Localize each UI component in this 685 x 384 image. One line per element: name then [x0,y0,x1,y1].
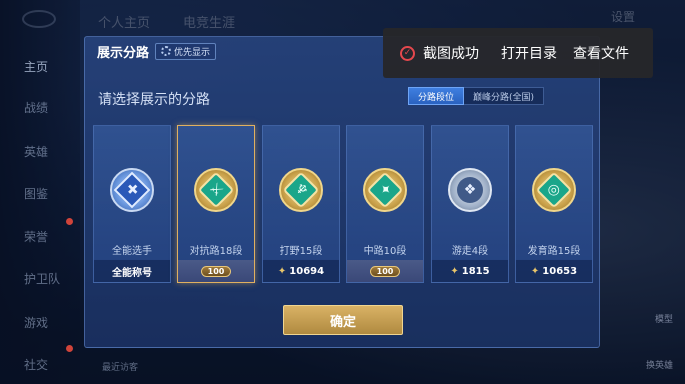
sidebar-item[interactable]: 荣誉 [0,228,80,245]
lane-title: 全能称号 [112,267,152,279]
priority-display-label: 优先显示 [174,47,211,58]
lane-card[interactable]: ✚ 全能选手全能称号 [93,125,171,283]
farm-lane-icon: ◎ [532,168,576,212]
jungle-icon: ♆ [279,168,323,212]
toast-message: 截图成功 [423,46,479,62]
confirm-button[interactable]: 确定 [283,305,403,335]
lane-name: 中路10段 [363,246,407,257]
lane-name: 对抗路18段 [189,246,243,257]
open-directory-link[interactable]: 打开目录 [501,43,557,63]
rank-badge: 100 [200,265,232,277]
notification-dot [66,218,73,225]
lane-card[interactable]: ◎ 发育路15段 ✦ 10653 [515,125,593,283]
lane-card[interactable]: ❖ 游走4段 ✦ 1815 [431,125,509,283]
all-round-icon: ✚ [110,168,154,212]
mid-lane-icon: ✦ [363,168,407,212]
lane-name: 打野15段 [279,246,323,257]
lane-stat: 100 [347,260,423,282]
lane-stat: 全能称号 [94,260,170,282]
lane-card[interactable]: ⚔ 对抗路18段 100 [177,125,255,283]
lane-card[interactable]: ♆ 打野15段 ✦ 10694 [262,125,340,283]
model-button[interactable]: 模型 [655,312,673,325]
switch-hero-button[interactable]: 换英雄 [646,358,673,371]
sidebar-item[interactable]: 主页 [0,58,80,75]
lane-name: 全能选手 [112,246,152,257]
lane-score: 1815 [461,265,490,277]
rank-badge: 100 [369,265,401,277]
gear-icon [161,46,172,56]
tab-lane-rank[interactable]: 分路段位 [407,87,464,105]
screenshot-toast: ✓ 截图成功 打开目录 查看文件 [383,28,653,78]
lane-card[interactable]: ✦ 中路10段 100 [346,125,424,283]
notification-dot [66,345,73,352]
lane-stat: ✦ 1815 [432,260,508,282]
priority-display-button[interactable]: 优先显示 [155,42,217,60]
lane-stat: ✦ 10694 [263,260,339,282]
check-circle-icon: ✓ [400,45,415,61]
lane-name: 发育路15段 [527,246,581,257]
sidebar-item[interactable]: 游戏 [0,314,80,331]
sidebar-item[interactable]: 英雄 [0,143,80,160]
sidebar-item[interactable]: 图鉴 [0,185,80,202]
recent-visitors[interactable]: 最近访客 [102,360,138,373]
lane-score: 10694 [289,265,325,277]
lane-score: 10653 [542,265,578,277]
roam-icon: ❖ [448,168,492,212]
lane-name: 游走4段 [451,246,489,257]
star-icon: ✦ [530,265,540,277]
sidebar-item[interactable]: 战绩 [0,99,80,116]
lane-display-dialog: 展示分路 优先显示 请选择展示的分路 分路段位 巅峰分路(全国) ✚ 全能选手全能… [84,36,600,348]
view-file-link[interactable]: 查看文件 [573,43,629,63]
dialog-prompt: 请选择展示的分路 [98,92,210,108]
sidebar-item[interactable]: 护卫队 [0,270,80,287]
lane-stat: 100 [178,260,254,282]
star-icon: ✦ [450,265,459,277]
lane-stat: ✦ 10653 [516,260,592,282]
dialog-title: 展示分路 [97,45,150,61]
dialog-header: 展示分路 优先显示 [85,37,235,65]
star-icon: ✦ [277,265,287,277]
sidebar-item[interactable]: 社交 [0,356,80,373]
tab-peak-lane[interactable]: 巅峰分路(全国) [463,87,544,105]
segment-control: 分路段位 巅峰分路(全国) [407,87,544,105]
clash-lane-icon: ⚔ [194,168,238,212]
